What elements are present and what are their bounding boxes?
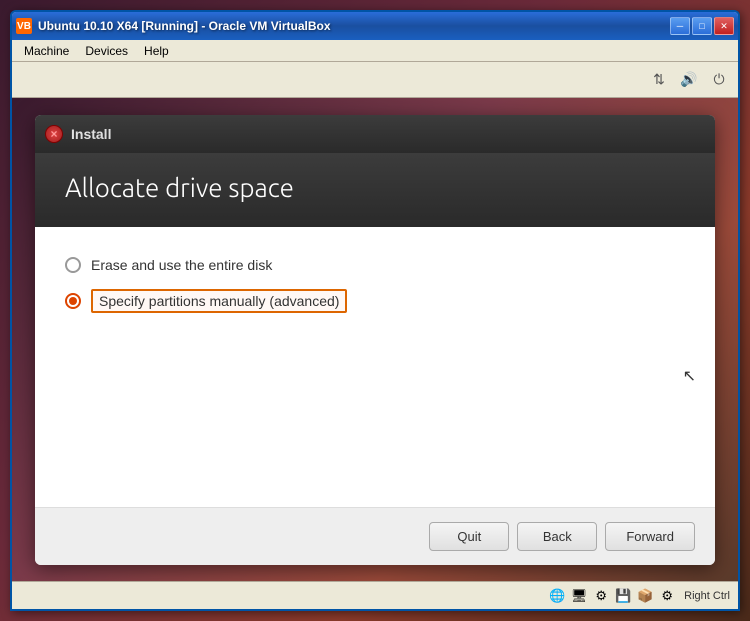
status-bar: 🌐 🖥 ⚙ 💾 📦 ⚙ Right Ctrl	[12, 581, 738, 609]
settings-icon[interactable]: ⚙	[658, 587, 676, 605]
close-button[interactable]: ✕	[714, 17, 734, 35]
menu-bar: Machine Devices Help	[12, 40, 738, 62]
label-specify-partitions: Specify partitions manually (advanced)	[91, 289, 347, 313]
forward-button[interactable]: Forward	[605, 522, 695, 551]
label-erase-disk: Erase and use the entire disk	[91, 257, 272, 273]
virtualbox-window: VB Ubuntu 10.10 X64 [Running] - Oracle V…	[10, 10, 740, 611]
install-dialog: Install Allocate drive space Erase and u…	[35, 115, 715, 565]
option-specify-partitions[interactable]: Specify partitions manually (advanced)	[65, 289, 685, 313]
usb-icon[interactable]: ⚙	[592, 587, 610, 605]
vm-display[interactable]: Install Allocate drive space Erase and u…	[12, 98, 738, 581]
network-icon[interactable]: ⇅	[648, 69, 670, 91]
radio-erase-disk[interactable]	[65, 257, 81, 273]
right-ctrl-label: Right Ctrl	[684, 590, 730, 602]
vbox-icon[interactable]: 📦	[636, 587, 654, 605]
window-title: Ubuntu 10.10 X64 [Running] - Oracle VM V…	[38, 19, 670, 33]
dialog-heading: Allocate drive space	[65, 173, 685, 202]
minimize-button[interactable]: ─	[670, 17, 690, 35]
dialog-title-bar: Install	[35, 115, 715, 153]
dialog-body: Erase and use the entire disk Specify pa…	[35, 227, 715, 507]
window-icon: VB	[16, 18, 32, 34]
power-icon[interactable]: ⏻	[708, 69, 730, 91]
menu-help[interactable]: Help	[136, 42, 177, 60]
radio-specify-partitions[interactable]	[65, 293, 81, 309]
storage-icon[interactable]: 💾	[614, 587, 632, 605]
quit-button[interactable]: Quit	[429, 522, 509, 551]
dialog-title: Install	[71, 126, 111, 142]
dialog-header: Allocate drive space	[35, 153, 715, 227]
title-bar-controls: ─ □ ✕	[670, 17, 734, 35]
restore-button[interactable]: □	[692, 17, 712, 35]
dialog-close-button[interactable]	[45, 125, 63, 143]
audio-icon[interactable]: 🔊	[678, 69, 700, 91]
menu-devices[interactable]: Devices	[77, 42, 136, 60]
option-erase-disk[interactable]: Erase and use the entire disk	[65, 257, 685, 273]
monitor-icon[interactable]: 🖥	[570, 587, 588, 605]
network-status-icon[interactable]: 🌐	[548, 587, 566, 605]
back-button[interactable]: Back	[517, 522, 597, 551]
dialog-footer: Quit Back Forward	[35, 507, 715, 565]
title-bar: VB Ubuntu 10.10 X64 [Running] - Oracle V…	[12, 12, 738, 40]
menu-machine[interactable]: Machine	[16, 42, 77, 60]
toolbar: ⇅ 🔊 ⏻	[12, 62, 738, 98]
